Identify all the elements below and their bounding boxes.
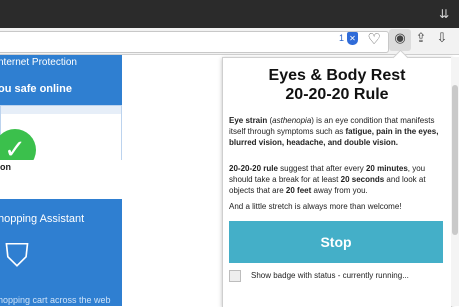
shopping-bag-icon: ⛉	[4, 236, 29, 274]
popup-title: Eyes & Body Rest 20-20-20 Rule	[223, 66, 451, 104]
text-fragment: away from you.	[311, 186, 368, 195]
card-title: hopping Assistant	[0, 213, 85, 225]
extension-popup: Eyes & Body Rest 20-20-20 Rule Eye strai…	[222, 49, 452, 307]
window-titlebar	[1, 106, 121, 114]
shopping-assistant-card[interactable]: hopping Assistant ⛉ hopping cart across …	[0, 199, 122, 306]
show-badge-label[interactable]: Show badge with status - currently runni…	[251, 270, 409, 282]
page-scrollbar[interactable]	[451, 57, 459, 306]
share-icon[interactable]: ⇪	[413, 31, 429, 47]
browser-tab-strip: ⇊	[0, 0, 459, 28]
term-eye-strain: Eye strain	[229, 116, 268, 125]
menu-icon[interactable]: ⇊	[437, 7, 451, 21]
text-fragment: suggest that after every	[277, 164, 366, 173]
shield-extension-icon[interactable]: ✕	[347, 32, 358, 45]
favorite-heart-icon[interactable]: ♡	[366, 31, 382, 47]
title-line-1: Eyes & Body Rest	[268, 67, 406, 84]
term-rule: 20-20-20 rule	[229, 164, 278, 173]
internet-protection-card[interactable]: nternet Protection ou safe online ✓	[0, 55, 122, 160]
address-bar[interactable]	[0, 31, 389, 53]
eye-strain-paragraph: Eye strain (asthenopia) is an eye condit…	[229, 115, 445, 148]
extension-badge-count: 1	[339, 33, 345, 43]
show-badge-checkbox[interactable]	[229, 270, 241, 282]
card-title: nternet Protection	[0, 57, 77, 68]
value-minutes: 20 minutes	[365, 164, 408, 173]
card-caption: on	[0, 162, 11, 172]
card-footer: hopping cart across the web	[0, 295, 111, 305]
badge-status-option[interactable]: Show badge with status - currently runni…	[229, 270, 445, 282]
rule-paragraph: 20-20-20 rule suggest that after every 2…	[229, 163, 445, 196]
title-line-2: 20-20-20 Rule	[285, 86, 389, 103]
term-asthenopia: asthenopia	[272, 116, 312, 125]
stretch-paragraph: And a little stretch is always more than…	[229, 202, 402, 211]
scrollbar-thumb[interactable]	[452, 85, 458, 235]
value-feet: 20 feet	[285, 186, 312, 195]
value-seconds: 20 seconds	[340, 175, 385, 184]
download-icon[interactable]: ⇩	[434, 31, 450, 47]
eye-extension-icon[interactable]: ◉	[392, 31, 408, 47]
stop-button[interactable]: Stop	[229, 221, 443, 263]
card-subtitle: ou safe online	[0, 83, 72, 95]
